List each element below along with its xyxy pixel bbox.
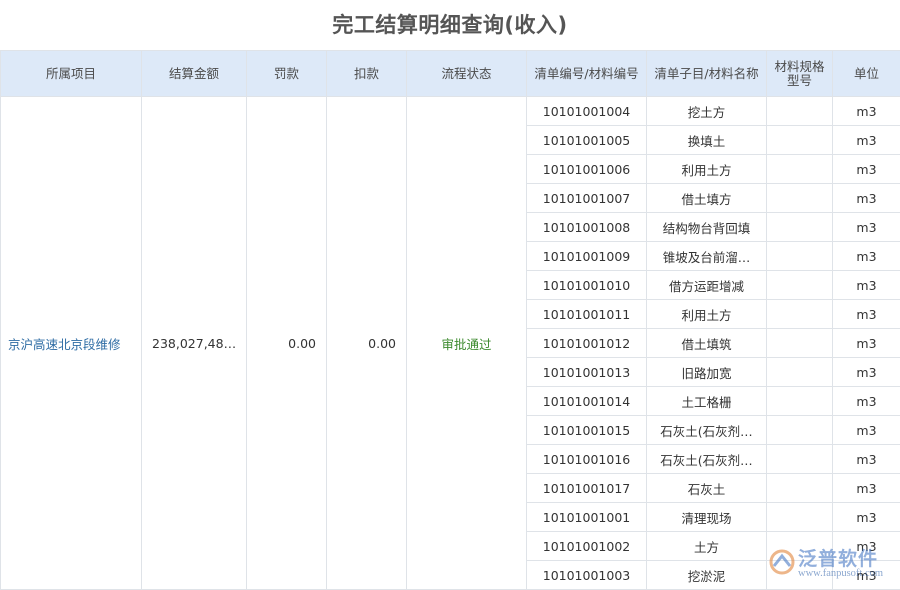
item-name-cell: 结构物台背回填 xyxy=(646,212,767,242)
item-name-cell: 借土填筑 xyxy=(646,328,767,358)
unit-cell: m3 xyxy=(832,241,900,271)
unit-cell: m3 xyxy=(832,96,900,126)
item-name-cell: 挖淤泥 xyxy=(646,560,767,590)
unit-cell: m3 xyxy=(832,502,900,532)
col-header-unit[interactable]: 单位 xyxy=(832,50,900,97)
spec-cell xyxy=(766,299,833,329)
penalty-cell: 0.00 xyxy=(246,96,327,590)
code-cell: 10101001013 xyxy=(526,357,647,387)
unit-cell: m3 xyxy=(832,183,900,213)
status-cell: 审批通过 xyxy=(406,96,527,590)
item-name-cell: 借土填方 xyxy=(646,183,767,213)
amount-cell: 238,027,48… xyxy=(141,96,247,590)
col-header-status[interactable]: 流程状态 xyxy=(406,50,527,97)
code-cell: 10101001004 xyxy=(526,96,647,126)
item-name-cell: 石灰土(石灰剂… xyxy=(646,415,767,445)
spec-cell xyxy=(766,154,833,184)
spec-cell xyxy=(766,444,833,474)
unit-cell: m3 xyxy=(832,531,900,561)
item-name-cell: 换填土 xyxy=(646,125,767,155)
code-cell: 10101001009 xyxy=(526,241,647,271)
item-name-cell: 利用土方 xyxy=(646,299,767,329)
code-cell: 10101001010 xyxy=(526,270,647,300)
settlement-detail-table: 所属项目 结算金额 罚款 扣款 流程状态 清单编号/材料编号 清单子目/材料名称… xyxy=(0,50,900,590)
item-name-cell: 利用土方 xyxy=(646,154,767,184)
unit-cell: m3 xyxy=(832,154,900,184)
spec-cell xyxy=(766,241,833,271)
spec-cell xyxy=(766,328,833,358)
code-cell: 10101001001 xyxy=(526,502,647,532)
item-name-cell: 挖土方 xyxy=(646,96,767,126)
project-cell[interactable]: 京沪高速北京段维修 xyxy=(0,96,142,590)
col-header-project[interactable]: 所属项目 xyxy=(0,50,142,97)
spec-cell xyxy=(766,386,833,416)
spec-cell xyxy=(766,357,833,387)
item-name-cell: 土方 xyxy=(646,531,767,561)
table-body: 京沪高速北京段维修 238,027,48… 0.00 0.00 审批通过 10101001… xyxy=(0,96,900,590)
spec-cell xyxy=(766,560,833,590)
code-cell: 10101001011 xyxy=(526,299,647,329)
code-cell: 10101001012 xyxy=(526,328,647,358)
item-name-cell: 石灰土(石灰剂… xyxy=(646,444,767,474)
unit-cell: m3 xyxy=(832,328,900,358)
item-name-cell: 旧路加宽 xyxy=(646,357,767,387)
code-cell: 10101001002 xyxy=(526,531,647,561)
spec-cell xyxy=(766,270,833,300)
code-cell: 10101001005 xyxy=(526,125,647,155)
col-header-penalty[interactable]: 罚款 xyxy=(246,50,327,97)
unit-cell: m3 xyxy=(832,299,900,329)
spec-cell xyxy=(766,502,833,532)
deduction-cell: 0.00 xyxy=(326,96,407,590)
item-name-cell: 土工格栅 xyxy=(646,386,767,416)
code-cell: 10101001015 xyxy=(526,415,647,445)
page-title: 完工结算明细查询(收入) xyxy=(332,13,568,37)
code-cell: 10101001014 xyxy=(526,386,647,416)
code-cell: 10101001008 xyxy=(526,212,647,242)
col-header-spec[interactable]: 材料规格型号 xyxy=(766,50,833,97)
unit-cell: m3 xyxy=(832,473,900,503)
spec-cell xyxy=(766,96,833,126)
unit-cell: m3 xyxy=(832,270,900,300)
unit-cell: m3 xyxy=(832,357,900,387)
code-cell: 10101001003 xyxy=(526,560,647,590)
unit-cell: m3 xyxy=(832,444,900,474)
col-header-code[interactable]: 清单编号/材料编号 xyxy=(526,50,647,97)
spec-cell xyxy=(766,125,833,155)
unit-cell: m3 xyxy=(832,386,900,416)
spec-cell xyxy=(766,212,833,242)
unit-cell: m3 xyxy=(832,415,900,445)
item-name-cell: 锥坡及台前溜… xyxy=(646,241,767,271)
col-header-name[interactable]: 清单子目/材料名称 xyxy=(646,50,767,97)
item-name-cell: 清理现场 xyxy=(646,502,767,532)
unit-cell: m3 xyxy=(832,212,900,242)
spec-cell xyxy=(766,473,833,503)
col-header-deduction[interactable]: 扣款 xyxy=(326,50,407,97)
item-name-cell: 石灰土 xyxy=(646,473,767,503)
item-name-cell: 借方运距增减 xyxy=(646,270,767,300)
unit-cell: m3 xyxy=(832,125,900,155)
col-header-amount[interactable]: 结算金额 xyxy=(141,50,247,97)
spec-cell xyxy=(766,531,833,561)
code-cell: 10101001016 xyxy=(526,444,647,474)
table-row[interactable]: 京沪高速北京段维修 238,027,48… 0.00 0.00 审批通过 10101001… xyxy=(0,96,900,590)
unit-cell: m3 xyxy=(832,560,900,590)
code-cell: 10101001007 xyxy=(526,183,647,213)
table-header-row: 所属项目 结算金额 罚款 扣款 流程状态 清单编号/材料编号 清单子目/材料名称… xyxy=(0,50,900,97)
code-cell: 10101001017 xyxy=(526,473,647,503)
spec-cell xyxy=(766,183,833,213)
code-cell: 10101001006 xyxy=(526,154,647,184)
spec-cell xyxy=(766,415,833,445)
